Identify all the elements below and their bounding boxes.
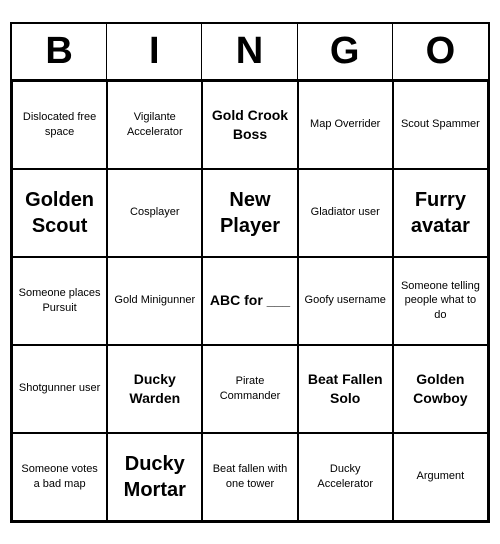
- cell-text-10: Someone places Pursuit: [17, 286, 102, 315]
- cell-text-24: Argument: [417, 469, 465, 483]
- cell-text-6: Cosplayer: [130, 205, 180, 219]
- bingo-grid: Dislocated free space Vigilante Accelerat…: [12, 81, 488, 521]
- bingo-cell-16: Ducky Warden: [107, 345, 202, 433]
- cell-text-22: Beat fallen with one tower: [207, 462, 292, 491]
- cell-text-0: Dislocated free space: [17, 110, 102, 139]
- header-letter-n: N: [202, 24, 297, 79]
- bingo-cell-18: Beat Fallen Solo: [298, 345, 393, 433]
- bingo-cell-10: Someone places Pursuit: [12, 257, 107, 345]
- bingo-cell-15: Shotgunner user: [12, 345, 107, 433]
- cell-text-1: Vigilante Accelerator: [112, 110, 197, 139]
- bingo-cell-19: Golden Cowboy: [393, 345, 488, 433]
- cell-text-4: Scout Spammer: [401, 117, 480, 131]
- header-letter-b: B: [12, 24, 107, 79]
- bingo-cell-5: Golden Scout: [12, 169, 107, 257]
- cell-text-17: Pirate Commander: [207, 374, 292, 403]
- cell-text-12: ABC for ___: [210, 291, 290, 309]
- cell-text-21: Ducky Mortar: [112, 451, 197, 503]
- cell-text-7: New Player: [207, 187, 292, 239]
- bingo-cell-8: Gladiator user: [298, 169, 393, 257]
- cell-text-14: Someone telling people what to do: [398, 279, 483, 322]
- bingo-cell-6: Cosplayer: [107, 169, 202, 257]
- bingo-cell-9: Furry avatar: [393, 169, 488, 257]
- bingo-cell-14: Someone telling people what to do: [393, 257, 488, 345]
- bingo-cell-2: Gold Crook Boss: [202, 81, 297, 169]
- bingo-cell-13: Goofy username: [298, 257, 393, 345]
- bingo-cell-17: Pirate Commander: [202, 345, 297, 433]
- header-letter-o: O: [393, 24, 488, 79]
- bingo-cell-20: Someone votes a bad map: [12, 433, 107, 521]
- bingo-cell-12: ABC for ___: [202, 257, 297, 345]
- cell-text-3: Map Overrider: [310, 117, 380, 131]
- cell-text-23: Ducky Accelerator: [303, 462, 388, 491]
- cell-text-18: Beat Fallen Solo: [303, 370, 388, 406]
- cell-text-13: Goofy username: [305, 293, 386, 307]
- bingo-header: BINGO: [12, 24, 488, 81]
- bingo-cell-23: Ducky Accelerator: [298, 433, 393, 521]
- bingo-cell-22: Beat fallen with one tower: [202, 433, 297, 521]
- cell-text-15: Shotgunner user: [19, 381, 100, 395]
- bingo-cell-3: Map Overrider: [298, 81, 393, 169]
- cell-text-16: Ducky Warden: [112, 370, 197, 406]
- header-letter-i: I: [107, 24, 202, 79]
- bingo-cell-1: Vigilante Accelerator: [107, 81, 202, 169]
- bingo-cell-4: Scout Spammer: [393, 81, 488, 169]
- cell-text-20: Someone votes a bad map: [17, 462, 102, 491]
- bingo-cell-11: Gold Minigunner: [107, 257, 202, 345]
- cell-text-8: Gladiator user: [311, 205, 380, 219]
- bingo-cell-24: Argument: [393, 433, 488, 521]
- cell-text-19: Golden Cowboy: [398, 370, 483, 406]
- cell-text-2: Gold Crook Boss: [207, 106, 292, 142]
- bingo-cell-7: New Player: [202, 169, 297, 257]
- cell-text-11: Gold Minigunner: [114, 293, 195, 307]
- cell-text-9: Furry avatar: [398, 187, 483, 239]
- bingo-cell-0: Dislocated free space: [12, 81, 107, 169]
- cell-text-5: Golden Scout: [17, 187, 102, 239]
- bingo-card: BINGO Dislocated free space Vigilante Acc…: [10, 22, 490, 523]
- header-letter-g: G: [298, 24, 393, 79]
- bingo-cell-21: Ducky Mortar: [107, 433, 202, 521]
